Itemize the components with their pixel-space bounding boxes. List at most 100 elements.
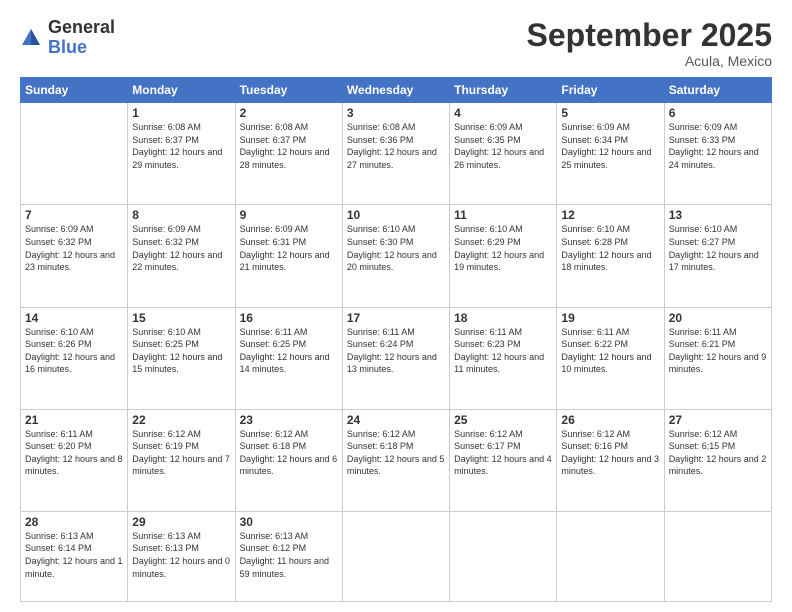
sunset-time: Sunset: 6:18 PM — [240, 441, 307, 451]
day-info: Sunrise: 6:11 AM Sunset: 6:25 PM Dayligh… — [240, 326, 338, 376]
logo-text: General Blue — [48, 18, 115, 58]
day-info: Sunrise: 6:08 AM Sunset: 6:36 PM Dayligh… — [347, 121, 445, 171]
day-number: 4 — [454, 106, 552, 120]
table-row: 4 Sunrise: 6:09 AM Sunset: 6:35 PM Dayli… — [450, 103, 557, 205]
table-row: 17 Sunrise: 6:11 AM Sunset: 6:24 PM Dayl… — [342, 307, 449, 409]
day-info: Sunrise: 6:12 AM Sunset: 6:15 PM Dayligh… — [669, 428, 767, 478]
table-row — [557, 511, 664, 601]
table-row: 11 Sunrise: 6:10 AM Sunset: 6:29 PM Dayl… — [450, 205, 557, 307]
sunrise-time: Sunrise: 6:10 AM — [454, 224, 523, 234]
table-row: 20 Sunrise: 6:11 AM Sunset: 6:21 PM Dayl… — [664, 307, 771, 409]
daylight-hours: Daylight: 12 hours and 25 minutes. — [561, 147, 651, 170]
sunrise-time: Sunrise: 6:12 AM — [347, 429, 416, 439]
location-subtitle: Acula, Mexico — [527, 53, 772, 69]
table-row: 18 Sunrise: 6:11 AM Sunset: 6:23 PM Dayl… — [450, 307, 557, 409]
sunset-time: Sunset: 6:30 PM — [347, 237, 414, 247]
sunrise-time: Sunrise: 6:11 AM — [454, 327, 522, 337]
day-number: 3 — [347, 106, 445, 120]
day-number: 2 — [240, 106, 338, 120]
sunset-time: Sunset: 6:32 PM — [25, 237, 92, 247]
day-info: Sunrise: 6:12 AM Sunset: 6:19 PM Dayligh… — [132, 428, 230, 478]
daylight-hours: Daylight: 12 hours and 17 minutes. — [669, 250, 759, 273]
daylight-hours: Daylight: 12 hours and 20 minutes. — [347, 250, 437, 273]
day-info: Sunrise: 6:12 AM Sunset: 6:18 PM Dayligh… — [240, 428, 338, 478]
day-number: 26 — [561, 413, 659, 427]
table-row: 24 Sunrise: 6:12 AM Sunset: 6:18 PM Dayl… — [342, 409, 449, 511]
table-row — [450, 511, 557, 601]
daylight-hours: Daylight: 12 hours and 0 minutes. — [132, 556, 230, 579]
daylight-hours: Daylight: 12 hours and 10 minutes. — [561, 352, 651, 375]
sunrise-time: Sunrise: 6:12 AM — [240, 429, 309, 439]
sunset-time: Sunset: 6:37 PM — [132, 135, 199, 145]
day-info: Sunrise: 6:09 AM Sunset: 6:34 PM Dayligh… — [561, 121, 659, 171]
table-row: 16 Sunrise: 6:11 AM Sunset: 6:25 PM Dayl… — [235, 307, 342, 409]
daylight-hours: Daylight: 12 hours and 19 minutes. — [454, 250, 544, 273]
daylight-hours: Daylight: 12 hours and 24 minutes. — [669, 147, 759, 170]
daylight-hours: Daylight: 12 hours and 7 minutes. — [132, 454, 230, 477]
sunset-time: Sunset: 6:33 PM — [669, 135, 736, 145]
day-number: 22 — [132, 413, 230, 427]
sunrise-time: Sunrise: 6:10 AM — [25, 327, 94, 337]
sunset-time: Sunset: 6:35 PM — [454, 135, 521, 145]
day-number: 6 — [669, 106, 767, 120]
sunrise-time: Sunrise: 6:08 AM — [132, 122, 201, 132]
sunset-time: Sunset: 6:23 PM — [454, 339, 521, 349]
header: General Blue September 2025 Acula, Mexic… — [20, 18, 772, 69]
day-info: Sunrise: 6:10 AM Sunset: 6:26 PM Dayligh… — [25, 326, 123, 376]
table-row — [342, 511, 449, 601]
daylight-hours: Daylight: 12 hours and 8 minutes. — [25, 454, 123, 477]
day-info: Sunrise: 6:11 AM Sunset: 6:23 PM Dayligh… — [454, 326, 552, 376]
sunrise-time: Sunrise: 6:12 AM — [561, 429, 630, 439]
sunset-time: Sunset: 6:36 PM — [347, 135, 414, 145]
sunset-time: Sunset: 6:28 PM — [561, 237, 628, 247]
day-number: 1 — [132, 106, 230, 120]
logo-icon — [20, 27, 42, 49]
day-number: 25 — [454, 413, 552, 427]
day-number: 17 — [347, 311, 445, 325]
sunset-time: Sunset: 6:22 PM — [561, 339, 628, 349]
sunset-time: Sunset: 6:27 PM — [669, 237, 736, 247]
daylight-hours: Daylight: 12 hours and 16 minutes. — [25, 352, 115, 375]
day-number: 28 — [25, 515, 123, 529]
daylight-hours: Daylight: 12 hours and 29 minutes. — [132, 147, 222, 170]
day-info: Sunrise: 6:11 AM Sunset: 6:20 PM Dayligh… — [25, 428, 123, 478]
daylight-hours: Daylight: 12 hours and 6 minutes. — [240, 454, 338, 477]
daylight-hours: Daylight: 12 hours and 14 minutes. — [240, 352, 330, 375]
day-info: Sunrise: 6:13 AM Sunset: 6:12 PM Dayligh… — [240, 530, 338, 580]
table-row: 27 Sunrise: 6:12 AM Sunset: 6:15 PM Dayl… — [664, 409, 771, 511]
sunset-time: Sunset: 6:29 PM — [454, 237, 521, 247]
day-number: 12 — [561, 208, 659, 222]
day-info: Sunrise: 6:10 AM Sunset: 6:28 PM Dayligh… — [561, 223, 659, 273]
table-row: 14 Sunrise: 6:10 AM Sunset: 6:26 PM Dayl… — [21, 307, 128, 409]
day-number: 7 — [25, 208, 123, 222]
day-info: Sunrise: 6:09 AM Sunset: 6:35 PM Dayligh… — [454, 121, 552, 171]
sunset-time: Sunset: 6:25 PM — [240, 339, 307, 349]
table-row: 28 Sunrise: 6:13 AM Sunset: 6:14 PM Dayl… — [21, 511, 128, 601]
sunset-time: Sunset: 6:18 PM — [347, 441, 414, 451]
sunrise-time: Sunrise: 6:08 AM — [347, 122, 416, 132]
day-number: 21 — [25, 413, 123, 427]
header-saturday: Saturday — [664, 78, 771, 103]
daylight-hours: Daylight: 12 hours and 28 minutes. — [240, 147, 330, 170]
day-info: Sunrise: 6:10 AM Sunset: 6:29 PM Dayligh… — [454, 223, 552, 273]
table-row: 10 Sunrise: 6:10 AM Sunset: 6:30 PM Dayl… — [342, 205, 449, 307]
sunset-time: Sunset: 6:20 PM — [25, 441, 92, 451]
sunrise-time: Sunrise: 6:11 AM — [240, 327, 308, 337]
sunrise-time: Sunrise: 6:11 AM — [561, 327, 629, 337]
daylight-hours: Daylight: 12 hours and 9 minutes. — [669, 352, 767, 375]
day-number: 13 — [669, 208, 767, 222]
table-row: 5 Sunrise: 6:09 AM Sunset: 6:34 PM Dayli… — [557, 103, 664, 205]
table-row: 13 Sunrise: 6:10 AM Sunset: 6:27 PM Dayl… — [664, 205, 771, 307]
day-number: 23 — [240, 413, 338, 427]
day-info: Sunrise: 6:09 AM Sunset: 6:33 PM Dayligh… — [669, 121, 767, 171]
table-row: 15 Sunrise: 6:10 AM Sunset: 6:25 PM Dayl… — [128, 307, 235, 409]
calendar-table: Sunday Monday Tuesday Wednesday Thursday… — [20, 77, 772, 602]
sunrise-time: Sunrise: 6:08 AM — [240, 122, 309, 132]
day-number: 5 — [561, 106, 659, 120]
table-row: 26 Sunrise: 6:12 AM Sunset: 6:16 PM Dayl… — [557, 409, 664, 511]
sunset-time: Sunset: 6:15 PM — [669, 441, 736, 451]
sunset-time: Sunset: 6:34 PM — [561, 135, 628, 145]
logo: General Blue — [20, 18, 115, 58]
sunrise-time: Sunrise: 6:09 AM — [669, 122, 738, 132]
day-info: Sunrise: 6:10 AM Sunset: 6:25 PM Dayligh… — [132, 326, 230, 376]
